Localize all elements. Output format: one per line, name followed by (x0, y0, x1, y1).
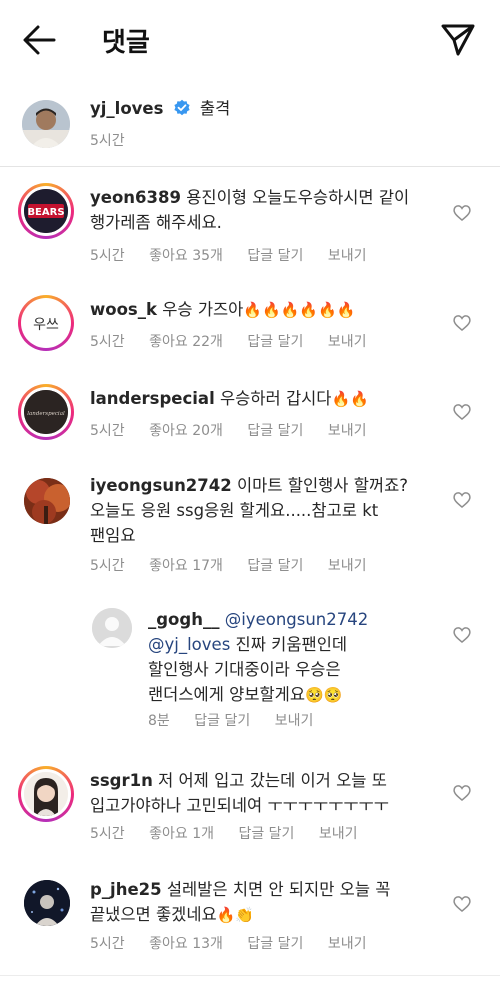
comment-time: 5시간 (90, 826, 125, 842)
comment-text: 진짜 키움팬인데 (235, 635, 348, 654)
avatar[interactable] (24, 478, 70, 524)
send-button[interactable]: 보내기 (328, 555, 367, 575)
avatar[interactable] (18, 766, 74, 822)
bottom-divider (0, 975, 500, 976)
heart-icon[interactable] (452, 490, 472, 510)
comment-item: 우쓰 woos_k 우승 가즈아🔥🔥🔥🔥🔥🔥 5시간 좋아요 22개 답글 달기… (0, 292, 500, 362)
send-button[interactable]: 보내기 (328, 331, 367, 351)
comment-text: 우승하러 갑시다 (219, 389, 332, 408)
likes-count[interactable]: 좋아요 13개 (149, 933, 223, 953)
username[interactable]: yj_loves (90, 99, 163, 118)
reply-button[interactable]: 답글 달기 (247, 933, 303, 953)
fire-emoji: 🔥🔥🔥🔥🔥🔥 (243, 301, 356, 319)
reply-button[interactable]: 답글 달기 (194, 710, 250, 730)
reply-button[interactable]: 답글 달기 (247, 245, 303, 265)
top-bar: 댓글 (0, 0, 500, 80)
avatar[interactable] (24, 880, 70, 926)
avatar-text: 우쓰 (33, 317, 59, 333)
comment-text: 이마트 할인행사 할꺼죠? (236, 476, 409, 495)
avatar-text: landerspecial (27, 411, 65, 417)
page-title: 댓글 (102, 28, 150, 58)
avatar[interactable] (92, 608, 132, 648)
comment-time: 5시간 (90, 248, 125, 264)
comment-time: 8분 (148, 713, 170, 729)
username[interactable]: p_jhe25 (90, 880, 162, 899)
comment-item: iyeongsun2742 이마트 할인행사 할꺼죠? 오늘도 응원 ssg응원… (0, 470, 500, 580)
username[interactable]: landerspecial (90, 389, 215, 408)
comment-text: 끝냈으면 좋겠네요 (90, 905, 217, 924)
divider (0, 166, 500, 167)
send-button[interactable]: 보내기 (328, 245, 367, 265)
send-button[interactable]: 보내기 (328, 420, 367, 440)
send-button[interactable]: 보내기 (275, 710, 314, 730)
likes-count[interactable]: 좋아요 17개 (149, 555, 223, 575)
send-button[interactable]: 보내기 (328, 933, 367, 953)
comment-time: 5시간 (90, 423, 125, 439)
comment-item: ssgr1n 저 어제 입고 갔는데 이거 오늘 또 입고가야하나 고민되네여 … (0, 763, 500, 853)
comment-text: 팬임요 (90, 526, 136, 545)
likes-count[interactable]: 좋아요 35개 (149, 245, 223, 265)
comment-text: 설레발은 치면 안 되지만 오늘 꼭 (166, 880, 391, 899)
comment-item: BEARS yeon6389 용진이형 오늘도우승하시면 같이 행가레좀 해주세… (0, 180, 500, 270)
avatar[interactable]: BEARS (18, 183, 74, 239)
reply-button[interactable]: 답글 달기 (247, 420, 303, 440)
comment-time: 5시간 (90, 334, 125, 350)
heart-icon[interactable] (452, 402, 472, 422)
mention-link[interactable]: @yj_loves (148, 635, 230, 654)
username[interactable]: _gogh__ (148, 610, 219, 629)
comment-time: 5시간 (90, 558, 125, 574)
comment-text: 할인행사 기대중이라 우승은 (148, 660, 341, 679)
comment-text: 행가레좀 해주세요. (90, 213, 222, 232)
username[interactable]: ssgr1n (90, 771, 153, 790)
reply-button[interactable]: 답글 달기 (238, 823, 294, 843)
avatar[interactable]: 우쓰 (18, 295, 74, 351)
username[interactable]: iyeongsun2742 (90, 476, 232, 495)
post-caption: yj_loves 출격 5시간 (0, 86, 500, 166)
username[interactable]: woos_k (90, 300, 157, 319)
caption-time: 5시간 (90, 133, 125, 149)
comment-time: 5시간 (90, 936, 125, 952)
reply-button[interactable]: 답글 달기 (247, 555, 303, 575)
comment-text: 우승 가즈아 (162, 300, 244, 319)
reply-button[interactable]: 답글 달기 (247, 331, 303, 351)
comment-item: p_jhe25 설레발은 치면 안 되지만 오늘 꼭 끝냈으면 좋겠네요🔥👏 5… (0, 874, 500, 964)
likes-count[interactable]: 좋아요 22개 (149, 331, 223, 351)
send-icon[interactable] (438, 20, 478, 60)
comment-text: 오늘도 응원 ssg응원 할게요.....참고로 kt (90, 501, 379, 520)
send-button[interactable]: 보내기 (319, 823, 358, 843)
comment-text: 랜더스에게 양보할게요 (148, 685, 306, 704)
pleading-emoji: 🥺🥺 (305, 686, 343, 704)
caption-text: 출격 (199, 99, 231, 118)
likes-count[interactable]: 좋아요 20개 (149, 420, 223, 440)
username[interactable]: yeon6389 (90, 188, 181, 207)
heart-icon[interactable] (452, 783, 472, 803)
heart-icon[interactable] (452, 625, 472, 645)
likes-count[interactable]: 좋아요 1개 (149, 823, 214, 843)
comment-text: 입고가야하나 고민되네여 ㅜㅜㅜㅜㅜㅜㅜㅜ (90, 796, 389, 815)
comment-text: 용진이형 오늘도우승하시면 같이 (186, 188, 410, 207)
heart-icon[interactable] (452, 313, 472, 333)
avatar[interactable] (22, 100, 70, 148)
fire-clap-emoji: 🔥👏 (216, 906, 255, 924)
fire-emoji: 🔥🔥 (331, 390, 369, 408)
heart-icon[interactable] (452, 894, 472, 914)
bears-logo-text: BEARS (27, 207, 64, 218)
back-arrow-icon[interactable] (20, 22, 60, 58)
verified-badge-icon (174, 99, 190, 116)
avatar[interactable]: landerspecial (18, 384, 74, 440)
reply-item: _gogh__ @iyeongsun2742 @yj_loves 진짜 키움팬인… (0, 604, 500, 734)
comment-text: 저 어제 입고 갔는데 이거 오늘 또 (158, 771, 387, 790)
comment-item: landerspecial landerspecial 우승하러 갑시다🔥🔥 5… (0, 381, 500, 451)
heart-icon[interactable] (452, 203, 472, 223)
mention-link[interactable]: @iyeongsun2742 (225, 610, 369, 629)
